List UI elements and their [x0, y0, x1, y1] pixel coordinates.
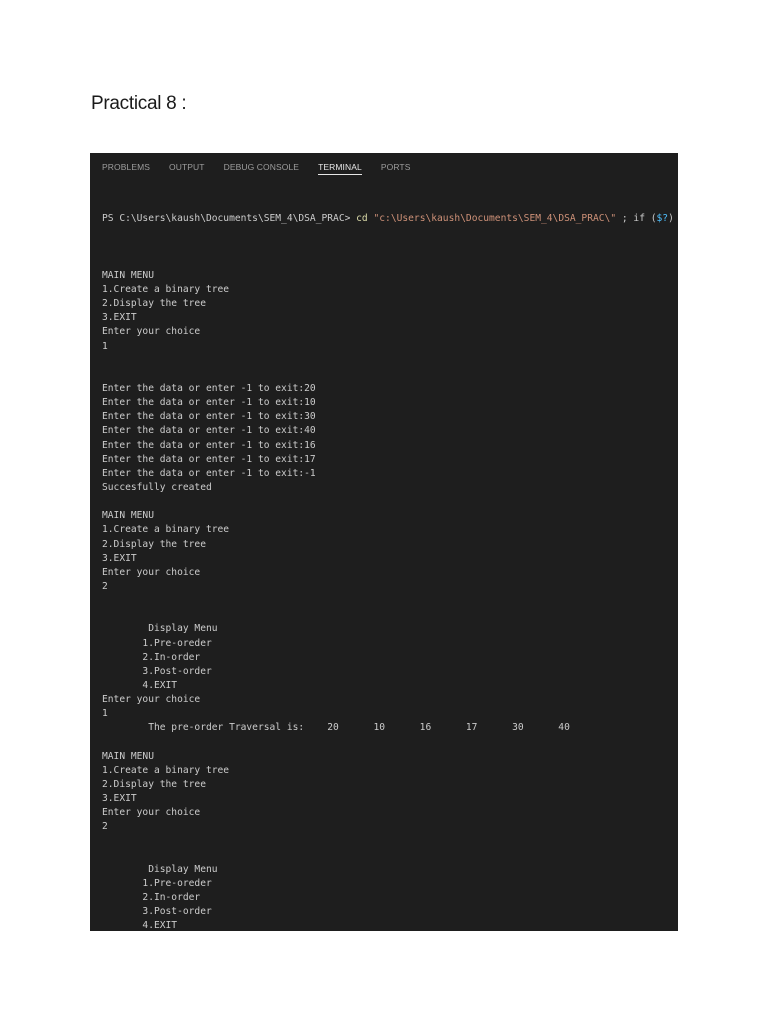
terminal-line: Enter the data or enter -1 to exit:20 — [102, 383, 316, 395]
terminal-line: 4.EXIT — [102, 679, 178, 691]
terminal-line: Enter your choice — [102, 326, 201, 338]
terminal-line: MAIN MENU — [102, 750, 154, 762]
terminal-line: Enter the data or enter -1 to exit:10 — [102, 397, 316, 409]
tab-problems[interactable]: PROBLEMS — [102, 160, 150, 176]
prompt: PS C:\Users\kaush\Documents\SEM_4\DSA_PR… — [102, 213, 351, 225]
tab-ports[interactable]: PORTS — [381, 160, 411, 176]
terminal-line: Enter the data or enter -1 to exit:40 — [102, 425, 316, 437]
command-keyword: cd — [356, 213, 368, 225]
terminal-line: 2 — [102, 821, 108, 833]
terminal-line: Enter the data or enter -1 to exit:16 — [102, 439, 316, 451]
terminal-line: 4.EXIT — [102, 920, 178, 931]
terminal-line: Succesfully created — [102, 482, 212, 494]
panel-tabbar: PROBLEMS OUTPUT DEBUG CONSOLE TERMINAL P… — [102, 160, 429, 176]
terminal-line: The pre-order Traversal is: 20 10 16 17 … — [102, 722, 570, 734]
terminal-line: 1.Pre-oreder — [102, 637, 212, 649]
document-title: Practical 8 : — [91, 93, 187, 114]
terminal-line: 2.Display the tree — [102, 298, 206, 310]
tab-debug-console[interactable]: DEBUG CONSOLE — [224, 160, 299, 176]
terminal-line: Enter the data or enter -1 to exit:30 — [102, 411, 316, 423]
terminal-line: 3.Post-order — [102, 906, 212, 918]
terminal-output[interactable]: PS C:\Users\kaush\Documents\SEM_4\DSA_PR… — [102, 184, 678, 931]
terminal-line: 3.EXIT — [102, 793, 137, 805]
terminal-line: 1.Pre-oreder — [102, 877, 212, 889]
command-rest: ; if ( — [616, 213, 657, 225]
terminal-line: Display Menu — [102, 623, 218, 635]
terminal-line: 2.Display the tree — [102, 778, 206, 790]
terminal-line: Enter your choice — [102, 566, 201, 578]
command-line: PS C:\Users\kaush\Documents\SEM_4\DSA_PR… — [102, 212, 678, 226]
tab-terminal[interactable]: TERMINAL — [318, 160, 362, 175]
terminal-line: 3.Post-order — [102, 665, 212, 677]
command-var: $? — [656, 213, 669, 225]
terminal-line: 2.In-order — [102, 651, 201, 663]
terminal-line: Enter the data or enter -1 to exit:-1 — [102, 467, 316, 479]
command-path: "c:\Users\kaush\Documents\SEM_4\DSA_PRAC… — [373, 213, 617, 225]
terminal-line: 1 — [102, 708, 108, 720]
terminal-line: MAIN MENU — [102, 269, 154, 281]
terminal-line: 2 — [102, 581, 108, 592]
terminal-line: 3.EXIT — [102, 552, 137, 564]
command-end: ) { — [668, 213, 674, 225]
terminal-line: Enter your choice — [102, 694, 201, 706]
terminal-line: 1.Create a binary tree — [102, 764, 230, 776]
terminal-line: 2.Display the tree — [102, 538, 206, 550]
terminal-line: Display Menu — [102, 863, 218, 875]
terminal-line: 1.Create a binary tree — [102, 284, 230, 296]
tab-output[interactable]: OUTPUT — [169, 160, 205, 176]
terminal-line: 3.EXIT — [102, 312, 137, 324]
terminal-line: Enter the data or enter -1 to exit:17 — [102, 453, 316, 465]
terminal-line: MAIN MENU — [102, 510, 154, 522]
terminal-line: Enter your choice — [102, 807, 201, 819]
terminal-line: 1 — [102, 340, 108, 352]
terminal-panel: PROBLEMS OUTPUT DEBUG CONSOLE TERMINAL P… — [90, 153, 678, 931]
terminal-line: 1.Create a binary tree — [102, 524, 230, 536]
output-lines: MAIN MENU 1.Create a binary tree 2.Display… — [102, 255, 678, 931]
terminal-line: 2.In-order — [102, 892, 201, 904]
